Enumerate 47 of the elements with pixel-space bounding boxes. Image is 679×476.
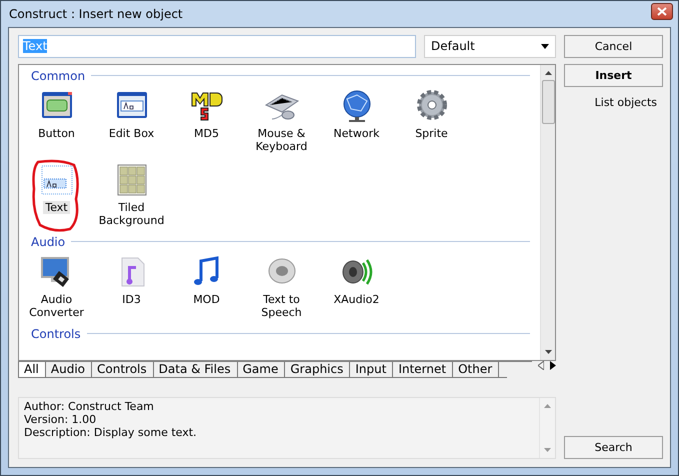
close-button[interactable] [651,2,673,20]
category-tab[interactable]: Data & Files [152,362,237,378]
vertical-scrollbar[interactable] [540,64,555,360]
object-label[interactable]: Sprite [413,126,450,140]
down-arrow-icon[interactable] [544,448,551,452]
object-label[interactable]: Edit Box [106,126,156,140]
category-tab[interactable]: Other [452,362,498,378]
text-icon[interactable] [38,162,74,197]
caret-icon [541,44,549,49]
object-label[interactable]: Audio Converter [19,292,94,319]
cut-off-tab[interactable] [498,362,508,378]
right-arrow-icon[interactable] [550,361,556,370]
group-heading: Audio [31,234,66,249]
up-arrow-icon[interactable] [544,404,551,408]
group-heading: Common [31,68,86,83]
category-dropdown[interactable]: Default [424,35,556,58]
category-tab[interactable]: Audio [44,362,91,378]
category-tab[interactable]: Input [349,362,392,378]
object-label[interactable]: Network [332,126,382,140]
category-tab[interactable]: Graphics [284,362,350,378]
left-arrow-icon[interactable] [538,361,544,370]
cancel-button[interactable]: Cancel [564,35,663,58]
object-label[interactable]: Mouse & Keyboard [244,126,319,153]
window-title: Construct : Insert new object [8,7,183,21]
object-label[interactable]: Button [36,126,77,140]
object-label[interactable]: MD5 [192,126,221,140]
object-label[interactable]: Text to Speech [244,292,319,319]
list-objects-link[interactable]: List objects [564,96,663,109]
down-arrow-icon [544,350,552,354]
category-tab[interactable]: Internet [392,362,452,378]
category-tab[interactable]: Controls [91,362,153,378]
description-line: Author: Construct Team [24,400,155,414]
category-tab[interactable]: Game [236,362,284,378]
up-arrow-icon [544,70,552,75]
search-button[interactable]: Search [564,436,663,459]
object-label[interactable]: MOD [191,292,222,306]
object-label[interactable]: XAudio2 [332,292,382,306]
object-label[interactable]: ID3 [120,292,143,306]
description-line: Version: 1.00 [24,413,98,426]
object-label[interactable]: Text [43,200,70,214]
description-line: Description: Display some text. [24,426,198,440]
close-icon [657,6,667,16]
group-heading: Controls [31,326,81,341]
category-tab[interactable]: All [18,362,45,378]
scroll-thumb[interactable] [542,80,554,124]
object-label[interactable]: Tiled Background [94,200,169,227]
insert-button[interactable]: Insert [564,64,663,87]
